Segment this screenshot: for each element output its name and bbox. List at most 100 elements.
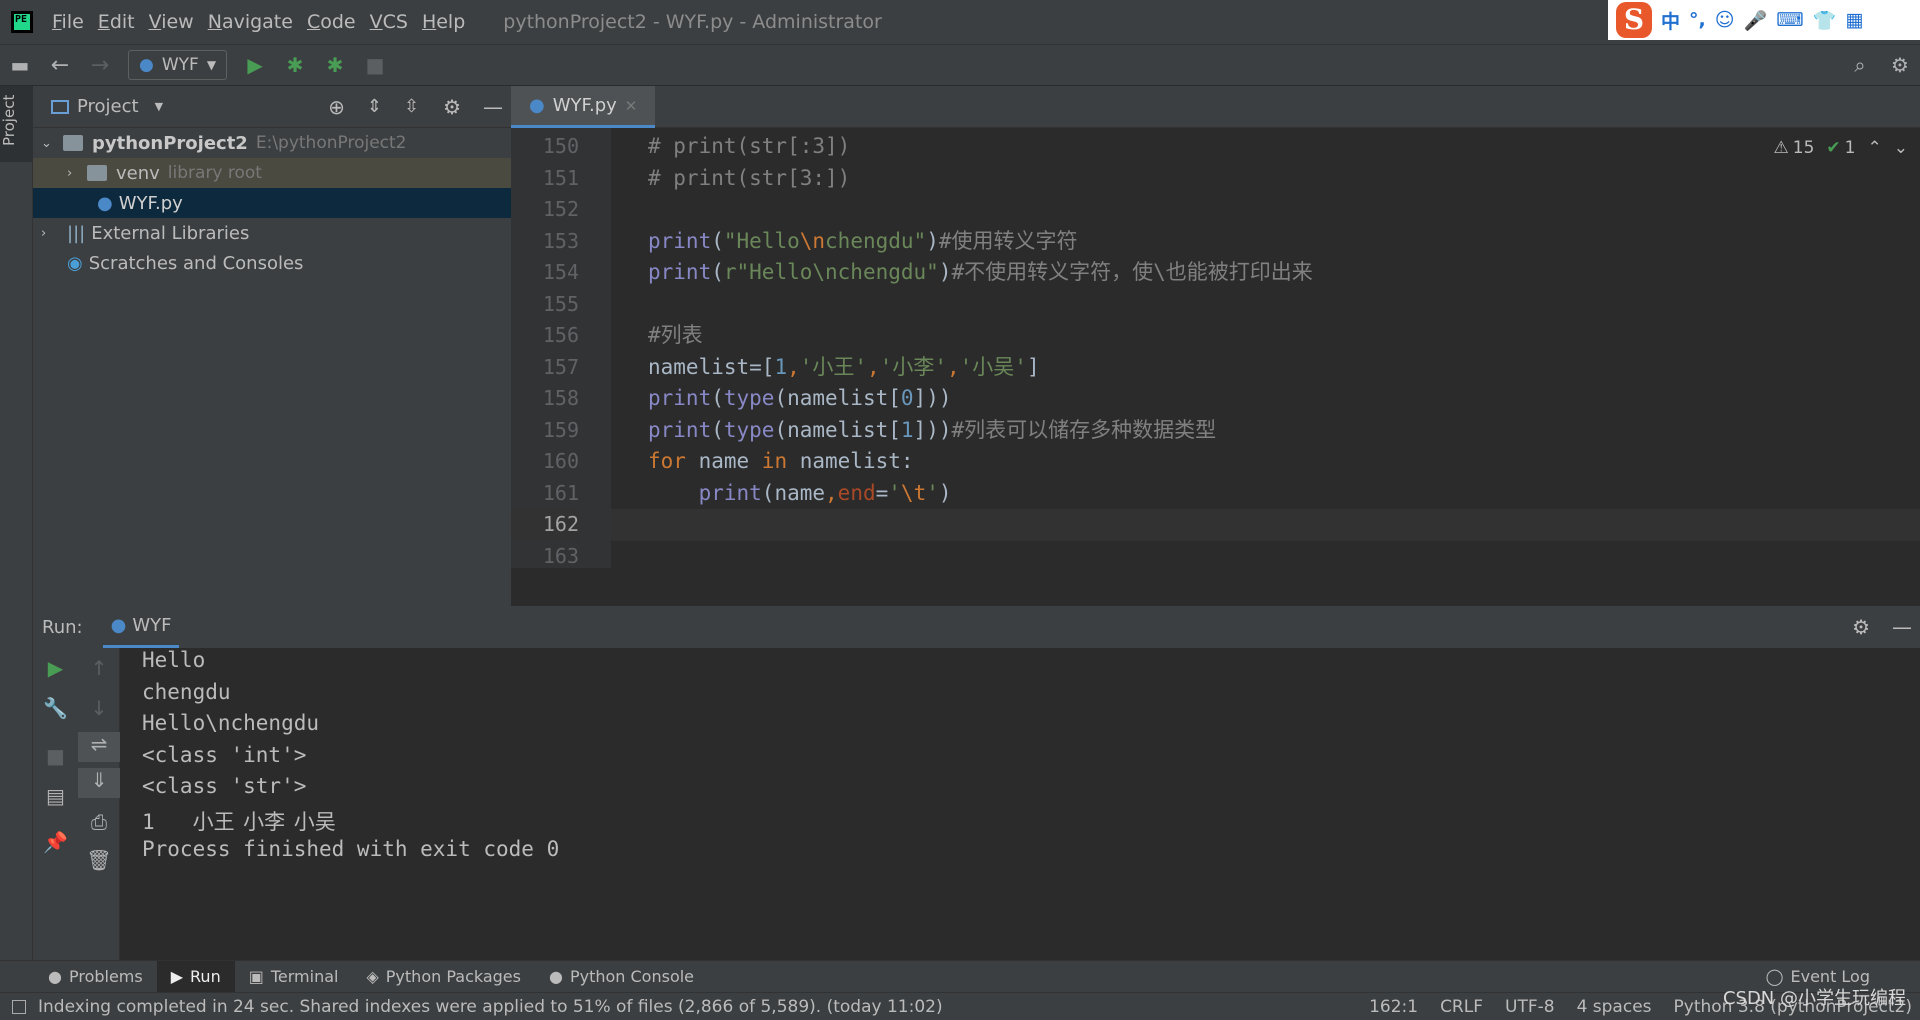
run-icon[interactable]: ▶ (235, 53, 275, 77)
status-message[interactable]: Indexing completed in 24 sec. Shared ind… (38, 997, 943, 1017)
chevron-right-icon[interactable]: › (67, 166, 87, 181)
run-icon: ▶ (170, 967, 184, 986)
menu-help[interactable]: Help (422, 11, 465, 33)
run-tab-wyf[interactable]: ● WYF (102, 606, 180, 648)
tree-item-external-libraries[interactable]: › ||| External Libraries (33, 218, 511, 248)
locate-icon[interactable]: ⊕ (328, 95, 345, 119)
back-arrow-icon[interactable]: ← (40, 53, 80, 78)
hide-icon[interactable]: — (483, 95, 503, 119)
line-number: 160 (542, 449, 579, 473)
ime-emoji-icon[interactable]: ☺ (1715, 9, 1735, 31)
collapse-all-icon[interactable]: ⇳ (404, 96, 419, 117)
main-toolbar: ▬ ← → ● WYF ▼ ▶ ✱ ✱ ■ ⌕ ⚙ (0, 44, 1920, 86)
side-tab-project[interactable]: Project (0, 86, 33, 162)
run-console-output[interactable]: Hello chengdu Hello\nchengdu <class 'int… (120, 648, 1920, 960)
editor-tab-wyf-py[interactable]: ● WYF.py ✕ (511, 86, 655, 128)
ime-skin-icon[interactable]: 👕 (1813, 9, 1837, 32)
console-line: <class 'str'> (142, 774, 307, 798)
window-title: pythonProject2 - WYF.py - Administrator (503, 11, 882, 33)
ime-punctuation-icon[interactable]: °, (1689, 9, 1706, 31)
tab-python-packages[interactable]: ◈ Python Packages (352, 961, 535, 993)
ime-keyboard-icon[interactable]: ⌨ (1776, 9, 1803, 31)
rerun-icon[interactable]: ▶ (33, 656, 78, 680)
menu-view[interactable]: View (149, 11, 194, 33)
pycharm-logo-icon: PE (11, 11, 33, 33)
tree-item-path: E:\pythonProject2 (255, 133, 407, 153)
project-panel-title[interactable]: Project (77, 96, 139, 117)
libraries-icon: ||| (67, 222, 86, 244)
menu-vcs[interactable]: VCS (370, 11, 408, 33)
chevron-right-icon[interactable]: › (41, 226, 67, 241)
wrench-icon[interactable]: 🔧 (33, 696, 78, 720)
tab-python-console[interactable]: ● Python Console (535, 961, 708, 993)
down-arrow-icon[interactable]: ↓ (78, 696, 120, 720)
scroll-to-end-icon[interactable]: ⇓ (78, 768, 120, 798)
ime-voice-icon[interactable]: 🎤 (1744, 9, 1768, 32)
trash-icon[interactable]: 🗑 (78, 848, 120, 872)
code-line-current (611, 509, 1920, 541)
caret-position[interactable]: 162:1 (1369, 997, 1418, 1017)
line-number-current: 162 (511, 509, 579, 541)
editor-tab-label: WYF.py (552, 95, 617, 116)
tab-problems[interactable]: ● Problems (34, 961, 157, 993)
tree-item-scratches[interactable]: ◉ Scratches and Consoles (33, 248, 511, 278)
run-tab-label: WYF (132, 615, 172, 636)
python-icon: ● (139, 55, 154, 75)
toggle-tool-windows-icon[interactable] (12, 999, 26, 1014)
stop-icon[interactable]: ■ (33, 744, 78, 768)
forward-arrow-icon[interactable]: → (80, 53, 120, 78)
chevron-down-icon[interactable]: ⌄ (41, 136, 63, 151)
close-icon[interactable]: ✕ (625, 97, 638, 115)
python-file-icon: ● (97, 192, 113, 214)
tree-item-venv[interactable]: › venv library root (33, 158, 511, 188)
file-encoding[interactable]: UTF-8 (1505, 997, 1555, 1017)
menu-code[interactable]: Code (307, 11, 356, 33)
layout-icon[interactable]: ▤ (33, 784, 78, 808)
line-number: 156 (542, 323, 579, 347)
line-number: 158 (542, 386, 579, 410)
up-arrow-icon[interactable]: ↑ (78, 656, 120, 680)
python-console-icon: ● (548, 967, 563, 986)
sogou-logo-icon[interactable]: S (1616, 2, 1652, 38)
debug-icon[interactable]: ✱ (275, 53, 315, 77)
packages-icon: ◈ (366, 967, 379, 986)
coverage-icon[interactable]: ✱ (315, 53, 355, 77)
project-panel: Project ▼ ⊕ ⇕ ⇳ ⚙ — ⌄ pythonProject2 E:\… (33, 86, 511, 606)
expand-all-icon[interactable]: ⇕ (367, 96, 382, 117)
print-icon[interactable]: ⎙ (78, 810, 120, 834)
search-icon[interactable]: ⌕ (1840, 53, 1880, 77)
stop-icon[interactable]: ■ (355, 53, 395, 77)
line-number: 151 (542, 165, 579, 190)
code-line: namelist=[1,'小王','小李','小吴'] (648, 354, 1040, 379)
line-number: 153 (542, 228, 579, 253)
line-number: 159 (542, 417, 579, 442)
menu-navigate[interactable]: Navigate (208, 11, 293, 33)
chevron-down-icon[interactable]: ▼ (155, 100, 163, 113)
indent-setting[interactable]: 4 spaces (1577, 997, 1652, 1017)
settings-gear-icon[interactable]: ⚙ (1880, 53, 1920, 77)
code-editor[interactable]: ⚠ 15 ✔ 1 ⌃ ⌄ # print(str[:3]) # print(st… (611, 128, 1920, 568)
ime-menu-icon[interactable]: ▦ (1845, 9, 1863, 31)
tree-item-project-root[interactable]: ⌄ pythonProject2 E:\pythonProject2 (33, 128, 511, 158)
ime-chinese-mode-icon[interactable]: 中 (1661, 7, 1680, 34)
menu-file[interactable]: File (52, 11, 84, 33)
pin-icon[interactable]: 📌 (33, 830, 78, 854)
hide-icon[interactable]: — (1892, 615, 1912, 639)
tab-label: Terminal (270, 967, 339, 986)
project-panel-header: Project ▼ ⊕ ⇕ ⇳ ⚙ — (33, 86, 511, 128)
console-line: <class 'int'> (142, 742, 307, 767)
code-line: #列表 (648, 323, 703, 347)
folder-icon (87, 165, 107, 181)
tab-terminal[interactable]: ▣ Terminal (235, 961, 353, 993)
line-separator[interactable]: CRLF (1440, 997, 1483, 1017)
menu-edit[interactable]: Edit (98, 11, 135, 33)
tab-run[interactable]: ▶ Run (156, 960, 235, 993)
line-number: 161 (542, 480, 579, 505)
soft-wrap-icon[interactable]: ⇌ (78, 732, 120, 762)
run-configuration-select[interactable]: ● WYF ▼ (128, 50, 228, 80)
gear-icon[interactable]: ⚙ (443, 95, 461, 119)
gear-icon[interactable]: ⚙ (1852, 615, 1870, 639)
tree-item-wyf-py[interactable]: ● WYF.py (33, 188, 511, 218)
open-folder-icon[interactable]: ▬ (0, 53, 40, 77)
